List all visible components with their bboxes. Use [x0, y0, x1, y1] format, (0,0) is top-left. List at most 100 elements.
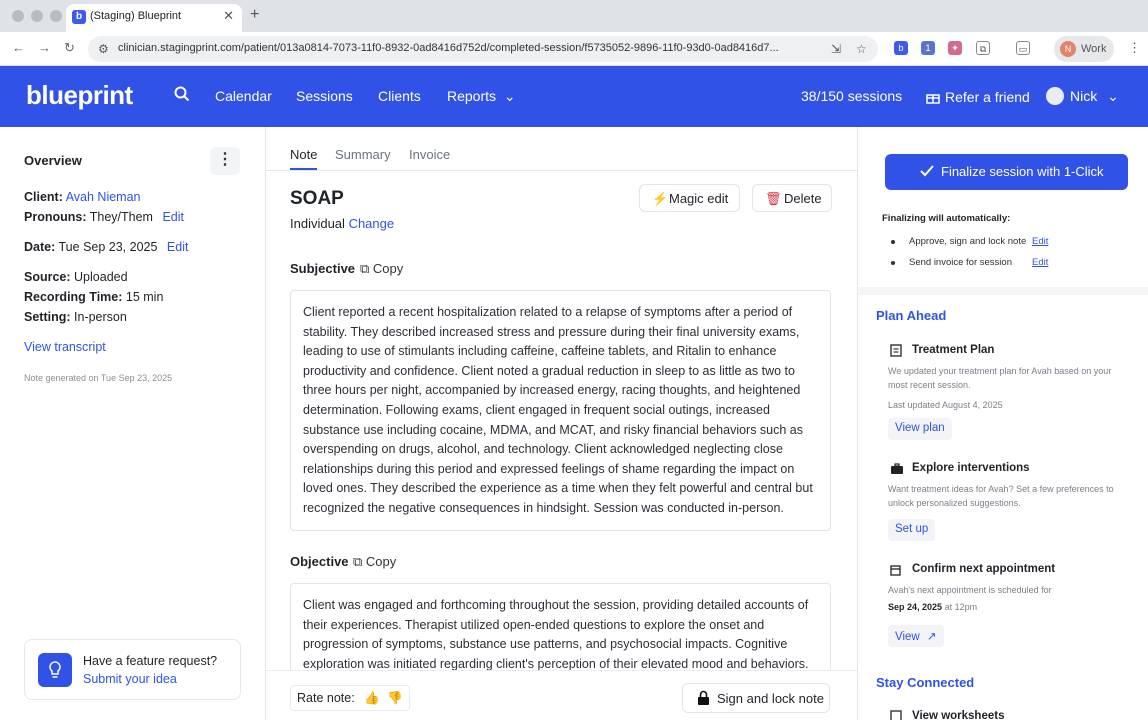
browser-tab-title: (Staging) Blueprint: [90, 10, 182, 22]
view-worksheets-link[interactable]: View worksheets: [912, 710, 1004, 720]
site-settings-icon[interactable]: ⚙: [98, 42, 109, 56]
right-panel: Finalize session with 1-Click Finalizing…: [857, 127, 1148, 720]
date-label: Date:: [24, 240, 56, 254]
search-icon[interactable]: [174, 86, 190, 107]
view-plan-button[interactable]: View plan: [888, 418, 952, 440]
external-link-icon: ↗: [926, 631, 937, 643]
profile-avatar: N: [1060, 41, 1076, 57]
tab-note[interactable]: Note: [290, 147, 317, 162]
briefcase-icon: [890, 462, 904, 480]
recording-row: Recording Time: 15 min: [24, 290, 163, 304]
user-menu[interactable]: Nick ⌄: [1070, 88, 1119, 105]
rate-note-group: Rate note: 👍 👎: [290, 685, 410, 711]
install-app-icon[interactable]: ⇲: [831, 42, 841, 56]
extension-1password-icon[interactable]: 1: [921, 41, 935, 55]
magic-wand-icon: ⚡: [652, 191, 669, 206]
section-divider: [858, 287, 1148, 295]
rate-note-label: Rate note:: [297, 691, 355, 705]
auto-item-edit-link[interactable]: Edit: [1032, 236, 1048, 247]
browser-tab[interactable]: b (Staging) Blueprint ✕: [66, 4, 242, 32]
view-appointment-label: View: [895, 631, 920, 643]
thumbs-up-icon[interactable]: 👍: [364, 691, 380, 705]
sign-lock-label: Sign and lock note: [717, 691, 824, 706]
back-arrow-icon[interactable]: ←: [12, 40, 25, 55]
browser-menu-icon[interactable]: ⋮: [1128, 40, 1141, 56]
reload-icon[interactable]: ↻: [64, 40, 75, 56]
extension-puzzle-color-icon[interactable]: ✦: [948, 41, 962, 55]
lock-icon: [698, 690, 709, 705]
recording-value: 15 min: [125, 290, 164, 304]
appt-at: at: [944, 602, 953, 612]
chevron-down-icon: ⌄: [503, 88, 516, 104]
note-template-title: SOAP: [290, 188, 344, 209]
copy-label: Copy: [365, 554, 397, 569]
side-panel-icon[interactable]: ▭: [1016, 41, 1030, 55]
profile-chip[interactable]: N Work: [1054, 36, 1114, 62]
extension-blueprint-icon[interactable]: b: [894, 41, 908, 55]
treatment-plan-title: Treatment Plan: [912, 344, 995, 356]
tab-divider: [266, 170, 857, 171]
overview-more-icon[interactable]: ⋮: [210, 147, 240, 175]
finalize-session-button[interactable]: Finalize session with 1-Click: [885, 154, 1128, 190]
copy-icon: ⧉: [353, 554, 363, 569]
bookmark-star-icon[interactable]: ☆: [856, 42, 867, 56]
view-transcript-link[interactable]: View transcript: [24, 340, 106, 354]
refer-friend-button[interactable]: Refer a friend: [918, 80, 1030, 114]
nav-reports[interactable]: Reports ⌄: [447, 88, 516, 105]
nav-clients[interactable]: Clients: [378, 88, 421, 104]
user-name: Nick: [1070, 88, 1098, 104]
subjective-textarea[interactable]: Client reported a recent hospitalization…: [290, 290, 831, 531]
user-avatar[interactable]: [1046, 87, 1064, 105]
gift-icon: [926, 94, 940, 104]
chevron-down-icon: ⌄: [1107, 88, 1119, 104]
plan-ahead-heading: Plan Ahead: [876, 308, 947, 323]
tab-close-icon[interactable]: ✕: [223, 8, 234, 24]
thumbs-down-icon[interactable]: 👎: [387, 691, 403, 705]
setting-label: Setting:: [24, 310, 71, 324]
stay-connected-heading: Stay Connected: [876, 675, 975, 690]
date-row: Date: Tue Sep 23, 2025 Edit: [24, 240, 188, 254]
blueprint-logo[interactable]: blueprint: [26, 80, 133, 111]
sign-lock-button[interactable]: Sign and lock note: [682, 683, 830, 713]
recording-label: Recording Time:: [24, 290, 123, 304]
confirm-appt-title: Confirm next appointment: [912, 563, 1056, 575]
window-close-control[interactable]: [12, 10, 24, 22]
profile-label: Work: [1081, 43, 1107, 55]
address-url[interactable]: clinician.stagingprint.com/patient/013a0…: [118, 42, 779, 54]
pronouns-edit-link[interactable]: Edit: [162, 210, 184, 224]
feature-request-title: Have a feature request?: [83, 654, 218, 668]
source-row: Source: Uploaded: [24, 270, 128, 284]
change-type-link[interactable]: Change: [349, 216, 395, 231]
treatment-plan-updated: Last updated August 4, 2025: [888, 400, 1003, 410]
address-bar[interactable]: ⚙ clinician.stagingprint.com/patient/013…: [88, 36, 878, 62]
nav-sessions[interactable]: Sessions: [296, 88, 353, 104]
submit-idea-link[interactable]: Submit your idea: [83, 672, 177, 686]
auto-item-text: Send invoice for session: [909, 257, 1012, 268]
extensions-puzzle-icon[interactable]: ⧉: [976, 41, 990, 55]
window-zoom-control[interactable]: [50, 10, 62, 22]
auto-item-edit-link[interactable]: Edit: [1032, 257, 1048, 268]
client-name-link[interactable]: Avah Nieman: [66, 190, 141, 204]
subjective-heading: Subjective: [290, 261, 356, 276]
copy-subjective-button[interactable]: ⧉ Copy: [360, 261, 403, 277]
tab-invoice[interactable]: Invoice: [409, 147, 450, 162]
confirm-appt-desc: Avah's next appointment is scheduled for: [888, 585, 1052, 595]
date-edit-link[interactable]: Edit: [167, 240, 189, 254]
magic-edit-button[interactable]: ⚡ Magic edit: [639, 184, 740, 212]
nav-calendar[interactable]: Calendar: [215, 88, 272, 104]
view-appointment-button[interactable]: View ↗: [888, 625, 944, 647]
bullet: [891, 240, 895, 244]
feature-request-card: Have a feature request? Submit your idea: [24, 639, 241, 700]
browser-toolbar: ← → ↻ ⚙ clinician.stagingprint.com/patie…: [0, 32, 1148, 66]
copy-objective-button[interactable]: ⧉ Copy: [353, 554, 396, 570]
client-row: Client: Avah Nieman: [24, 190, 141, 204]
nav-reports-label: Reports: [447, 88, 497, 104]
delete-button[interactable]: 🗑 Delete: [752, 184, 832, 212]
forward-arrow-icon[interactable]: →: [38, 40, 51, 55]
setup-button[interactable]: Set up: [888, 519, 936, 541]
window-minimize-control[interactable]: [31, 10, 43, 22]
overview-sidebar: Overview ⋮ Client: Avah Nieman Pronouns:…: [0, 127, 266, 720]
tab-summary[interactable]: Summary: [335, 147, 391, 162]
sessions-counter: 38/150 sessions: [801, 88, 903, 104]
new-tab-icon[interactable]: +: [250, 6, 259, 24]
